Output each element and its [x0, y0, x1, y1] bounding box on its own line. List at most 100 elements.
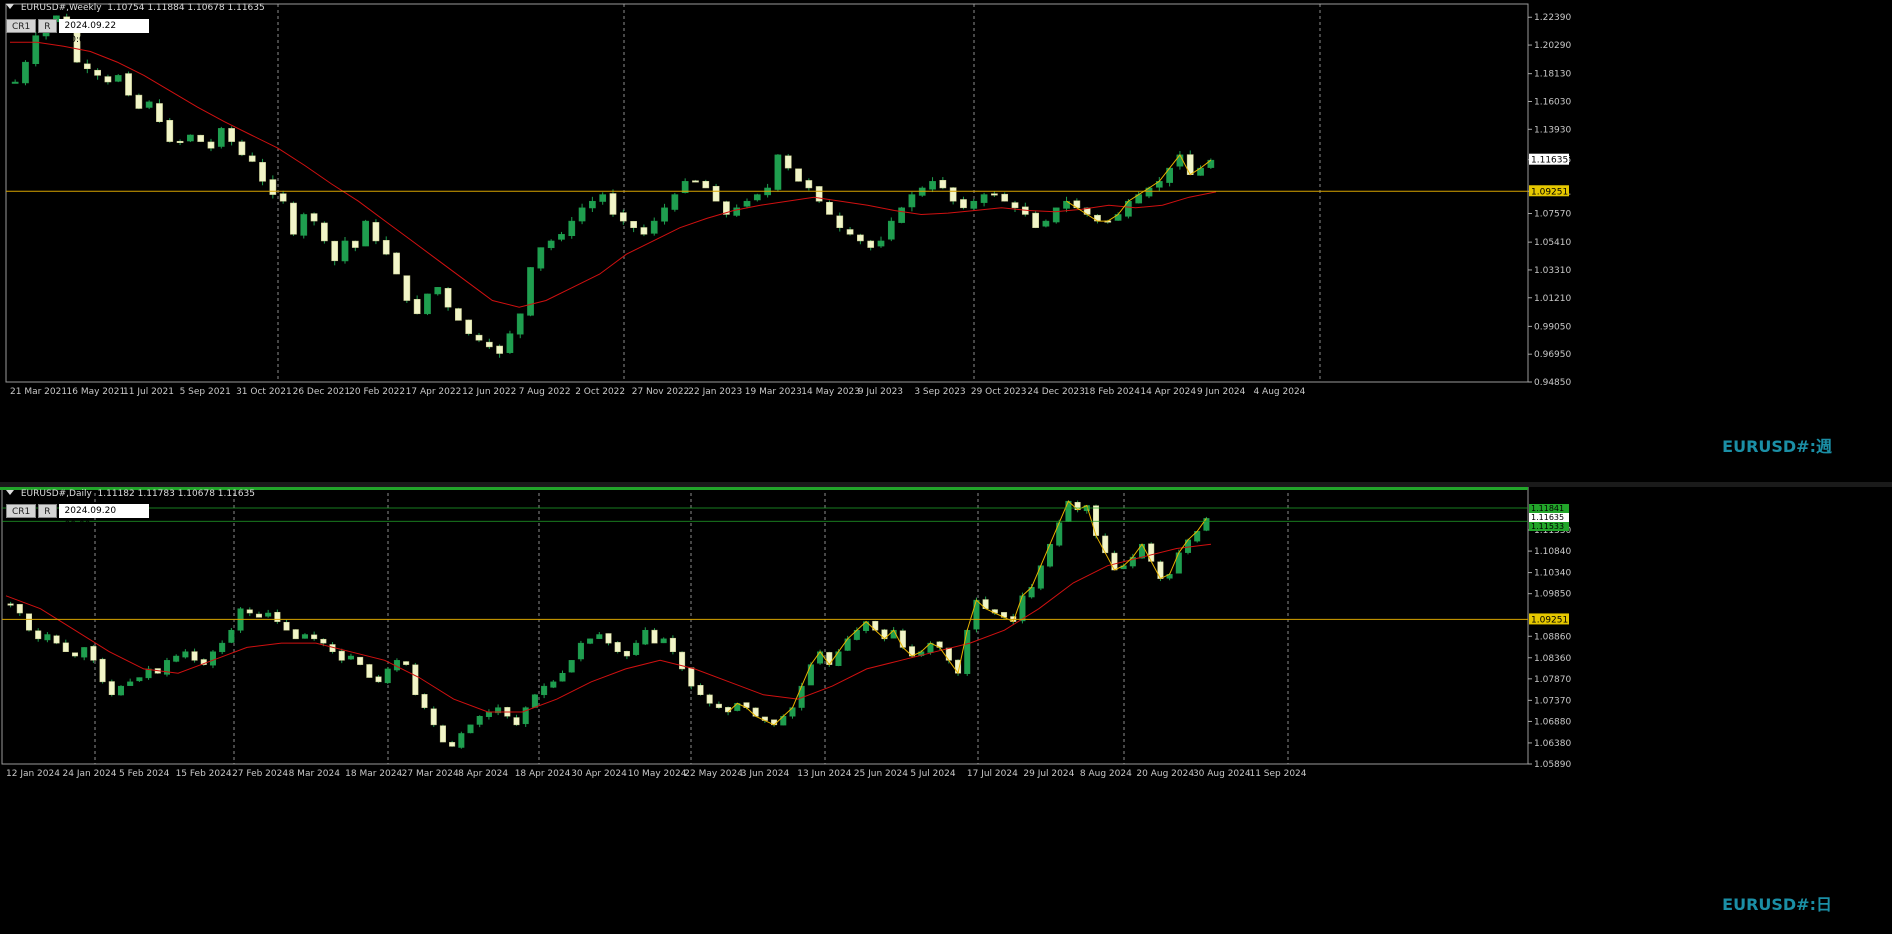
bull-candle [301, 634, 308, 639]
weekly-chart-svg[interactable]: 21 Mar 2021 16 May 202111 Jul 2021 5 Sep 2… [0, 0, 1892, 482]
price-axis-label: 1.22390 [1534, 13, 1571, 23]
bull-candle [22, 61, 29, 84]
bull-candle [145, 101, 153, 108]
bull-candle [127, 681, 134, 686]
level-price-label: 1.09251 [1531, 615, 1568, 625]
time-axis-label: 21 Mar 2021 [10, 387, 67, 397]
price-axis-label: 1.08860 [1534, 632, 1571, 642]
bear-candle [688, 667, 695, 687]
bear-candle [321, 222, 328, 242]
bear-candle [712, 185, 720, 202]
time-axis-label: 14 Apr 2024 [1140, 387, 1196, 397]
weekly-r-button[interactable]: R [38, 19, 57, 33]
collapse-triangle-icon[interactable] [6, 490, 14, 495]
bear-candle [1157, 561, 1164, 579]
bear-candle [857, 234, 864, 242]
time-axis-label: 5 Sep 2021 [180, 387, 231, 397]
weekly-crosshair-controls: CR1 R 2024.09.22 00:00 [6, 19, 149, 45]
time-axis-label: 18 Feb 2024 [1084, 387, 1140, 397]
time-axis-label: 9 Jul 2023 [858, 387, 903, 397]
time-axis-label: 11 Sep 2024 [1249, 769, 1306, 779]
bull-candle [1175, 552, 1182, 574]
time-axis-label: 17 Apr 2022 [406, 387, 462, 397]
weekly-ohlc-values: 1.10754 1.11884 1.10678 1.11635 [107, 3, 265, 13]
bull-candle [558, 234, 565, 240]
bear-candle [90, 646, 97, 661]
bull-candle [587, 638, 594, 644]
time-axis-label: 4 Aug 2024 [1253, 387, 1305, 397]
bear-candle [465, 319, 473, 334]
bull-candle [217, 128, 225, 147]
bear-candle [135, 94, 143, 109]
bull-candle [547, 240, 555, 249]
time-axis-label: 8 Aug 2024 [1080, 769, 1132, 779]
bear-candle [949, 187, 957, 202]
bear-candle [455, 308, 462, 321]
daily-cr-button[interactable]: CR1 [6, 504, 37, 518]
bear-candle [715, 703, 722, 708]
price-axis-label: 0.96950 [1534, 350, 1571, 360]
time-axis-label: 12 Jun 2022 [462, 387, 516, 397]
weekly-symbol-title: EURUSD#,Weekly [20, 3, 102, 13]
time-axis-label: 9 Jun 2024 [1197, 387, 1246, 397]
bull-candle [1042, 220, 1050, 227]
bull-candle [362, 220, 369, 247]
time-axis-label: 8 Mar 2024 [289, 769, 341, 779]
daily-r-button[interactable]: R [38, 504, 57, 518]
bull-candle [559, 672, 566, 682]
time-axis-label: 29 Oct 2023 [971, 387, 1027, 397]
bear-candle [62, 642, 69, 652]
weekly-cr-button[interactable]: CR1 [6, 19, 37, 33]
bear-candle [310, 213, 318, 222]
bull-candle [145, 668, 152, 679]
bear-candle [939, 179, 947, 189]
price-axis-label: 1.09850 [1534, 590, 1571, 600]
price-axis-label: 1.16030 [1534, 97, 1571, 107]
weekly-chart-header: EURUSD#,Weekly 1.10754 1.11884 1.10678 1… [6, 3, 265, 13]
price-axis-label: 1.01210 [1534, 294, 1571, 304]
bear-candle [176, 140, 184, 143]
bull-candle [537, 247, 545, 269]
daily-chart-pane[interactable]: 12 Jan 2024 24 Jan 2024 5 Feb 2024 15 Feb 2… [0, 487, 1892, 934]
bear-candle [706, 694, 713, 704]
bear-candle [960, 199, 967, 209]
weekly-chart-pane[interactable]: 21 Mar 2021 16 May 2021 11 Jul 2021 5 Sep 2… [0, 0, 1892, 482]
bear-candle [25, 613, 33, 631]
bull-candle [743, 200, 751, 207]
bear-candle [338, 650, 345, 661]
bear-candle [444, 288, 452, 308]
bull-candle [458, 733, 465, 748]
bull-candle [642, 629, 649, 645]
bear-candle [108, 681, 115, 696]
collapse-triangle-icon[interactable] [6, 4, 14, 9]
price-axis-label: 1.10340 [1534, 569, 1571, 579]
bear-candle [375, 676, 382, 683]
bear-candle [784, 155, 792, 169]
daily-chart-svg[interactable]: 12 Jan 2024 24 Jan 2024 5 Feb 2024 15 Feb 2… [0, 487, 1892, 934]
bull-candle [887, 220, 895, 240]
bear-candle [439, 725, 446, 743]
time-axis-label: 13 Jun 2024 [797, 769, 851, 779]
bear-candle [228, 128, 235, 142]
bear-candle [357, 656, 364, 665]
bull-candle [877, 240, 885, 247]
weekly-date-field[interactable]: 2024.09.22 00:00 [58, 19, 149, 45]
daily-crosshair-controls: CR1 R 2024.09.20 00:00 [6, 504, 149, 530]
daily-date-field[interactable]: 2024.09.20 00:00 [58, 504, 149, 530]
bear-candle [238, 141, 246, 156]
time-axis-label: 26 Dec 2021 [293, 387, 351, 397]
bull-candle [980, 194, 988, 203]
price-axis-label: 1.06880 [1534, 717, 1571, 727]
time-axis-label: 8 Apr 2024 [458, 769, 508, 779]
bull-candle [633, 642, 640, 655]
bull-candle [114, 75, 122, 82]
bull-candle [341, 240, 349, 262]
bear-candle [351, 240, 359, 248]
time-axis-label: 30 Aug 2024 [1193, 769, 1251, 779]
time-axis-label: 20 Aug 2024 [1136, 769, 1194, 779]
bear-candle [449, 742, 456, 747]
time-axis-label: 31 Oct 2021 [236, 387, 292, 397]
bull-candle [1065, 500, 1072, 522]
bear-candle [246, 609, 253, 614]
daily-symbol-title: EURUSD#,Daily [20, 489, 92, 499]
